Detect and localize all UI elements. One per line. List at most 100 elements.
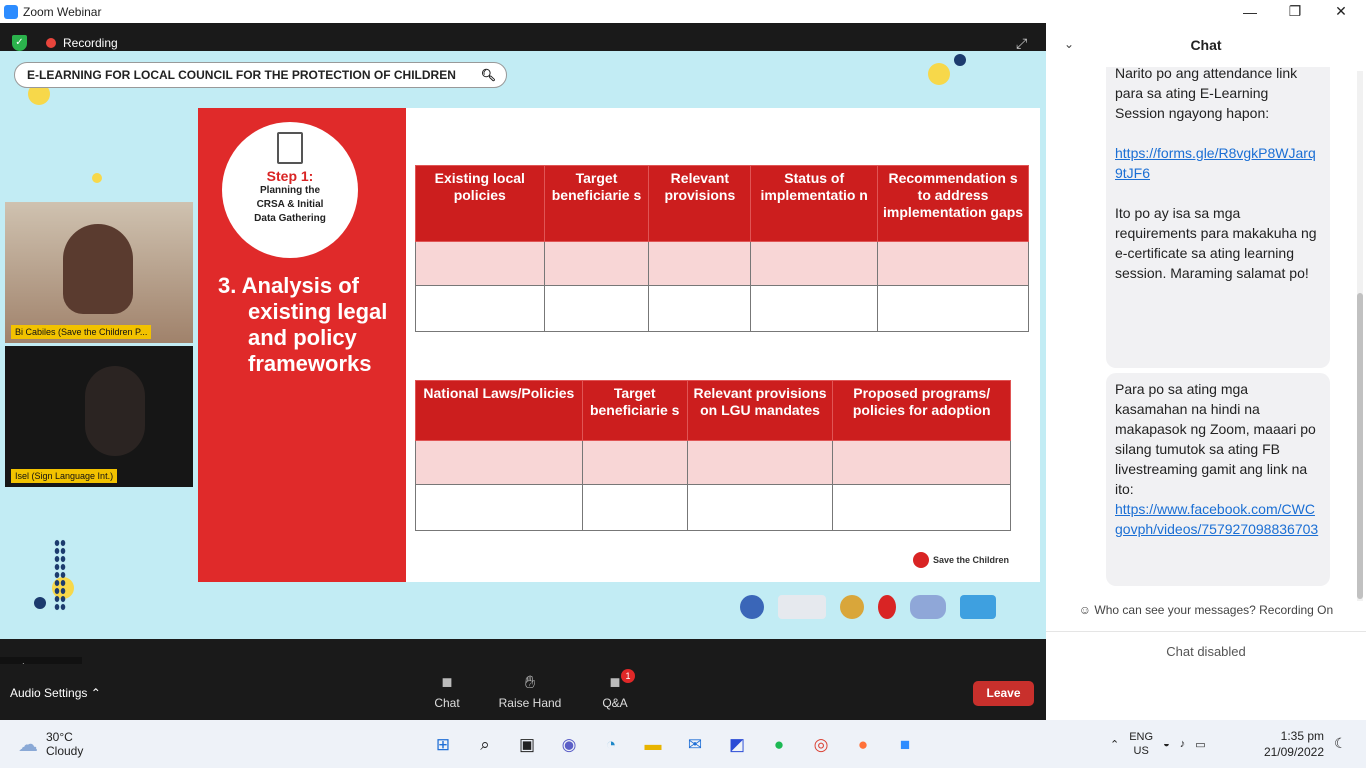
step-badge: Step 1: Planning the CRSA & Initial Data… <box>222 122 358 258</box>
table-header: Recommendation s to address implementati… <box>877 165 1029 242</box>
participant-avatar <box>63 224 133 314</box>
slide-red-panel: Step 1: Planning the CRSA & Initial Data… <box>198 108 406 582</box>
taskbar-clock[interactable]: 1:35 pm 21/09/2022 <box>1260 728 1324 760</box>
partner-logo-icon <box>878 595 896 619</box>
firefox-icon[interactable]: ● <box>848 730 878 760</box>
editor-app-icon[interactable]: ◩ <box>722 730 752 760</box>
task-view-icon[interactable]: ▣ <box>512 730 542 760</box>
taskbar-apps: ⊞ ⌕ ▣ ◉ ◔ ▬ ✉ ◩ ● ◎ ● ■ <box>428 730 920 760</box>
analysis-heading: 3. Analysis of existing legal and policy… <box>218 273 408 377</box>
slide-search-text: E-LEARNING FOR LOCAL COUNCIL FOR THE PRO… <box>27 68 456 82</box>
document-icon <box>277 132 303 164</box>
table-header: Target beneficiarie s <box>581 380 688 441</box>
notification-icon[interactable]: ☾ <box>1334 735 1347 752</box>
window-title: Zoom Webinar <box>23 4 102 19</box>
clock-time: 1:35 pm <box>1280 729 1324 743</box>
leave-button[interactable]: Leave <box>973 681 1034 706</box>
volume-icon[interactable]: ♪ <box>1180 738 1186 750</box>
weather-temp: 30°C <box>46 730 73 744</box>
qa-button[interactable]: ■ 1 Q&A <box>580 669 650 710</box>
table-header: Target beneficiarie s <box>543 165 650 242</box>
step-line: Data Gathering <box>254 213 326 224</box>
hand-icon: ✋︎ <box>524 672 536 692</box>
audio-settings-label: Audio Settings <box>10 686 88 700</box>
chat-message-text: Para po sa ating mga kasamahan na hindi … <box>1115 381 1316 497</box>
chevron-up-icon[interactable]: ⌃ <box>1110 738 1119 751</box>
participant-video-1[interactable]: Bi Cabiles (Save the Children P... <box>5 202 193 343</box>
facebook-link[interactable]: https://www.facebook.com/CWCgovph/videos… <box>1115 501 1318 537</box>
close-icon[interactable]: ✕ <box>1318 0 1364 23</box>
table-row <box>415 285 1029 332</box>
save-the-children-mark-icon <box>913 552 929 568</box>
person-icon: ☺︎ <box>1078 603 1095 617</box>
step-title: Step 1: <box>266 168 314 184</box>
message-visibility-info[interactable]: ☺︎ Who can see your messages? Recording … <box>1046 603 1366 627</box>
chat-message-text: Narito po ang attendance link para sa at… <box>1115 67 1298 121</box>
chat-panel: ⌄ Chat Narito po ang attendance link par… <box>1046 23 1366 720</box>
step-line: Planning the <box>260 185 320 196</box>
partner-logos <box>740 595 996 619</box>
battery-icon[interactable]: ▭ <box>1195 738 1205 751</box>
chat-messages: Narito po ang attendance link para sa at… <box>1046 67 1366 599</box>
chat-disabled-label: Chat disabled <box>1046 631 1366 675</box>
language-indicator[interactable]: ENG US <box>1129 730 1153 758</box>
table-header: Existing local policies <box>415 165 545 242</box>
edge-icon[interactable]: ◔ <box>596 730 626 760</box>
video-area: ✓ Recording ⤢ E-LEARNING FOR LOCAL COUNC… <box>0 23 1046 720</box>
slide-search-bar: E-LEARNING FOR LOCAL COUNCIL FOR THE PRO… <box>14 62 507 88</box>
wifi-icon[interactable]: ◒ <box>1163 738 1170 750</box>
mail-icon[interactable]: ✉ <box>680 730 710 760</box>
cloud-icon: ☁ <box>18 733 38 756</box>
save-the-children-logo: Save the Children <box>913 552 1009 568</box>
weather-desc: Cloudy <box>46 744 84 758</box>
analysis-line: 3. Analysis of <box>218 273 360 298</box>
meeting-topbar <box>0 23 1046 51</box>
zoom-taskbar-icon[interactable]: ■ <box>890 730 920 760</box>
step-line: CRSA & Initial <box>256 199 324 210</box>
scroll-thumb[interactable] <box>1357 293 1363 599</box>
attendance-link[interactable]: https://forms.gle/R8vgkP8WJarq9tJF6 <box>1115 145 1316 181</box>
search-icon[interactable]: ⌕ <box>470 730 500 760</box>
national-laws-table: National Laws/Policies Target beneficiar… <box>415 380 1011 531</box>
slide-table-card: Existing local policies Target beneficia… <box>406 108 1040 582</box>
language-code: ENG <box>1129 731 1154 743</box>
chat-message: Para po sa ating mga kasamahan na hindi … <box>1106 373 1330 586</box>
maximize-icon[interactable]: ❐ <box>1272 0 1318 23</box>
chat-button-label: Chat <box>434 696 460 710</box>
raise-hand-button[interactable]: ✋︎ Raise Hand <box>495 672 565 710</box>
chat-title: Chat <box>1190 37 1222 53</box>
teams-chat-icon[interactable]: ◉ <box>554 730 584 760</box>
table-header: Proposed programs/ policies for adoption <box>832 380 1011 441</box>
weather-widget[interactable]: ☁ 30°C Cloudy <box>18 730 83 758</box>
participant-name: Bi Cabiles (Save the Children P... <box>11 325 152 339</box>
participant-name: Isel (Sign Language Int.) <box>11 469 118 483</box>
minimize-icon[interactable]: — <box>1227 0 1273 23</box>
audio-settings-button[interactable]: Audio Settings ⌃ <box>10 686 101 700</box>
partner-logo-icon <box>740 595 764 619</box>
table-header: National Laws/Policies <box>415 380 583 441</box>
raise-hand-label: Raise Hand <box>498 696 562 710</box>
qa-badge: 1 <box>621 669 635 683</box>
table-header: Status of implementatio n <box>750 165 879 242</box>
file-explorer-icon[interactable]: ▬ <box>638 730 668 760</box>
chrome-icon[interactable]: ◎ <box>806 730 836 760</box>
language-region: US <box>1133 745 1149 757</box>
chat-button[interactable]: ■ Chat <box>412 672 482 710</box>
security-shield-icon[interactable]: ✓ <box>12 35 27 51</box>
chat-scrollbar[interactable] <box>1357 71 1363 601</box>
decorative-dot-grid <box>54 539 66 611</box>
analysis-line: existing legal <box>248 299 388 324</box>
system-tray: ⌃ ENG US ◒ ♪ ▭ <box>1110 730 1206 758</box>
decorative-dot <box>954 54 966 66</box>
table-row <box>415 484 1011 531</box>
analysis-line: frameworks <box>248 351 372 376</box>
chat-message-text: Ito po ay isa sa mga requirements para m… <box>1115 205 1317 281</box>
visibility-label: Who can see your messages? Recording On <box>1094 603 1334 617</box>
table-header: Relevant provisions <box>648 165 752 242</box>
spotify-icon[interactable]: ● <box>764 730 794 760</box>
decorative-dot <box>928 63 950 85</box>
participant-avatar <box>85 366 145 456</box>
local-policies-table: Existing local policies Target beneficia… <box>415 165 1029 332</box>
start-icon[interactable]: ⊞ <box>428 730 458 760</box>
participant-video-2[interactable]: Isel (Sign Language Int.) <box>5 346 193 487</box>
